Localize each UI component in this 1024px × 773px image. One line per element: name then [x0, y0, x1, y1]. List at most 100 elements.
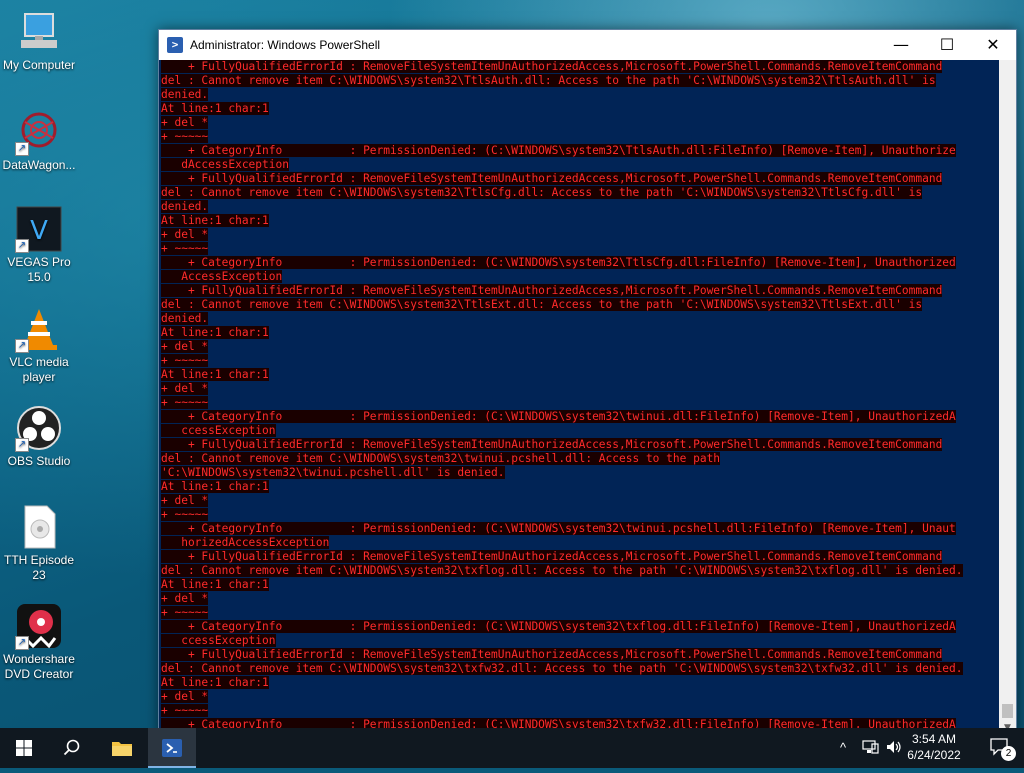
- shortcut-arrow-icon: ↗: [15, 142, 29, 156]
- console-line-text: + CategoryInfo : PermissionDenied: (C:\W…: [161, 410, 956, 423]
- console-line-text: del : Cannot remove item C:\WINDOWS\syst…: [161, 564, 963, 577]
- console-line: 'C:\WINDOWS\system32\twinui.pcshell.dll'…: [161, 466, 999, 480]
- console-line-text: del : Cannot remove item C:\WINDOWS\syst…: [161, 74, 936, 87]
- console-line-text: + del *: [161, 494, 209, 507]
- console-line: At line:1 char:1: [161, 480, 999, 494]
- tray-overflow-chevron-icon[interactable]: ^: [840, 740, 846, 756]
- console-line-text: + ~~~~~: [161, 130, 209, 143]
- notification-count-badge: 2: [1001, 746, 1016, 761]
- console-line: + FullyQualifiedErrorId : RemoveFileSyst…: [161, 284, 999, 298]
- console-line-text: denied.: [161, 200, 209, 213]
- vlc-icon: ↗: [15, 305, 63, 353]
- shortcut-arrow-icon: ↗: [15, 636, 29, 650]
- powershell-window[interactable]: > Administrator: Windows PowerShell — ☐ …: [158, 29, 1017, 737]
- vertical-scrollbar[interactable]: ▼: [999, 60, 1016, 736]
- console-line-text: + del *: [161, 228, 209, 241]
- console-line: At line:1 char:1: [161, 326, 999, 340]
- console-line-text: At line:1 char:1: [161, 676, 269, 689]
- desktop-icon-my-computer[interactable]: My Computer: [0, 8, 78, 73]
- console-line: + del *: [161, 228, 999, 242]
- console-line-text: + ~~~~~: [161, 396, 209, 409]
- computer-icon: [15, 8, 63, 56]
- taskbar: ^ 3:54 AM 6/24/2022 2: [0, 728, 1024, 768]
- console-line: + ~~~~~: [161, 396, 999, 410]
- desktop-icon-label: Wondershare DVD Creator: [3, 652, 75, 681]
- console-line: AccessException: [161, 270, 999, 284]
- console-line: + CategoryInfo : PermissionDenied: (C:\W…: [161, 410, 999, 424]
- console-line: horizedAccessException: [161, 536, 999, 550]
- console-line: + del *: [161, 690, 999, 704]
- console-line-text: + del *: [161, 382, 209, 395]
- desktop-icon-datawagon[interactable]: ↗ DataWagon...: [0, 108, 78, 173]
- clock-time: 3:54 AM: [911, 732, 957, 746]
- console-line-text: dAccessException: [161, 158, 289, 171]
- console-line-text: + del *: [161, 340, 209, 353]
- console-line: denied.: [161, 312, 999, 326]
- minimize-button[interactable]: —: [878, 30, 924, 60]
- desktop-icon-tth-episode[interactable]: TTH Episode 23: [0, 503, 78, 583]
- desktop-icon-label: TTH Episode 23: [3, 553, 75, 582]
- close-button[interactable]: ✕: [970, 30, 1016, 60]
- console-line: At line:1 char:1: [161, 102, 999, 116]
- console-line: + FullyQualifiedErrorId : RemoveFileSyst…: [161, 550, 999, 564]
- desktop-icon-label: My Computer: [2, 58, 76, 72]
- console-line: del : Cannot remove item C:\WINDOWS\syst…: [161, 298, 999, 312]
- powershell-taskbar-button[interactable]: [148, 728, 196, 768]
- console-line-text: + FullyQualifiedErrorId : RemoveFileSyst…: [161, 550, 943, 563]
- action-center-button[interactable]: 2: [980, 728, 1020, 768]
- console-line-text: + FullyQualifiedErrorId : RemoveFileSyst…: [161, 60, 943, 73]
- desktop-icon-vlc[interactable]: ↗ VLC media player: [0, 305, 78, 385]
- console-line: del : Cannot remove item C:\WINDOWS\syst…: [161, 452, 999, 466]
- desktop-icon-label: DataWagon...: [2, 158, 76, 172]
- folder-icon: [112, 742, 132, 756]
- search-button[interactable]: [48, 728, 96, 768]
- console-line-text: + FullyQualifiedErrorId : RemoveFileSyst…: [161, 438, 943, 451]
- console-line: + CategoryInfo : PermissionDenied: (C:\W…: [161, 144, 999, 158]
- shortcut-arrow-icon: ↗: [15, 339, 29, 353]
- console-line-text: At line:1 char:1: [161, 578, 269, 591]
- console-line-text: del : Cannot remove item C:\WINDOWS\syst…: [161, 662, 963, 675]
- console-line: + ~~~~~: [161, 606, 999, 620]
- start-button[interactable]: [0, 728, 48, 768]
- console-line: + FullyQualifiedErrorId : RemoveFileSyst…: [161, 648, 999, 662]
- console-line: denied.: [161, 200, 999, 214]
- window-titlebar[interactable]: > Administrator: Windows PowerShell — ☐ …: [159, 30, 1016, 60]
- file-explorer-button[interactable]: [98, 728, 146, 768]
- desktop-icon-vegas-pro[interactable]: V ↗ VEGAS Pro 15.0: [0, 205, 78, 285]
- console-line-text: At line:1 char:1: [161, 214, 269, 227]
- console-output[interactable]: + FullyQualifiedErrorId : RemoveFileSyst…: [159, 60, 999, 736]
- scrollbar-thumb[interactable]: [1002, 704, 1013, 718]
- console-line: + del *: [161, 592, 999, 606]
- console-line-text: + del *: [161, 116, 209, 129]
- console-line-text: 'C:\WINDOWS\system32\twinui.pcshell.dll'…: [161, 466, 505, 479]
- console-line-text: + FullyQualifiedErrorId : RemoveFileSyst…: [161, 172, 943, 185]
- search-icon: [63, 739, 80, 756]
- shortcut-arrow-icon: ↗: [15, 239, 29, 253]
- console-line-text: AccessException: [161, 270, 283, 283]
- console-line: del : Cannot remove item C:\WINDOWS\syst…: [161, 662, 999, 676]
- desktop-icon-wondershare[interactable]: ↗ Wondershare DVD Creator: [0, 602, 78, 682]
- desktop-icon-obs[interactable]: ↗ OBS Studio: [0, 404, 78, 469]
- windows-start-icon: [16, 740, 32, 756]
- powershell-icon: [162, 739, 182, 757]
- console-line-text: + ~~~~~: [161, 606, 209, 619]
- console-line-text: del : Cannot remove item C:\WINDOWS\syst…: [161, 186, 923, 199]
- console-line-text: denied.: [161, 312, 209, 325]
- console-line: + CategoryInfo : PermissionDenied: (C:\W…: [161, 620, 999, 634]
- network-icon[interactable]: [862, 740, 880, 758]
- console-line-text: + ~~~~~: [161, 704, 209, 717]
- console-line-text: At line:1 char:1: [161, 102, 269, 115]
- video-file-icon: [15, 503, 63, 551]
- maximize-button[interactable]: ☐: [924, 30, 970, 60]
- console-line: del : Cannot remove item C:\WINDOWS\syst…: [161, 186, 999, 200]
- system-clock[interactable]: 3:54 AM 6/24/2022: [896, 731, 972, 763]
- console-line-text: At line:1 char:1: [161, 326, 269, 339]
- console-line: ccessException: [161, 424, 999, 438]
- shortcut-arrow-icon: ↗: [15, 438, 29, 452]
- dvd-creator-icon: ↗: [15, 602, 63, 650]
- console-line: + FullyQualifiedErrorId : RemoveFileSyst…: [161, 438, 999, 452]
- console-line-text: + CategoryInfo : PermissionDenied: (C:\W…: [161, 620, 956, 633]
- vegas-pro-icon: V ↗: [15, 205, 63, 253]
- console-line: denied.: [161, 88, 999, 102]
- desktop-icon-label: VEGAS Pro 15.0: [7, 255, 71, 284]
